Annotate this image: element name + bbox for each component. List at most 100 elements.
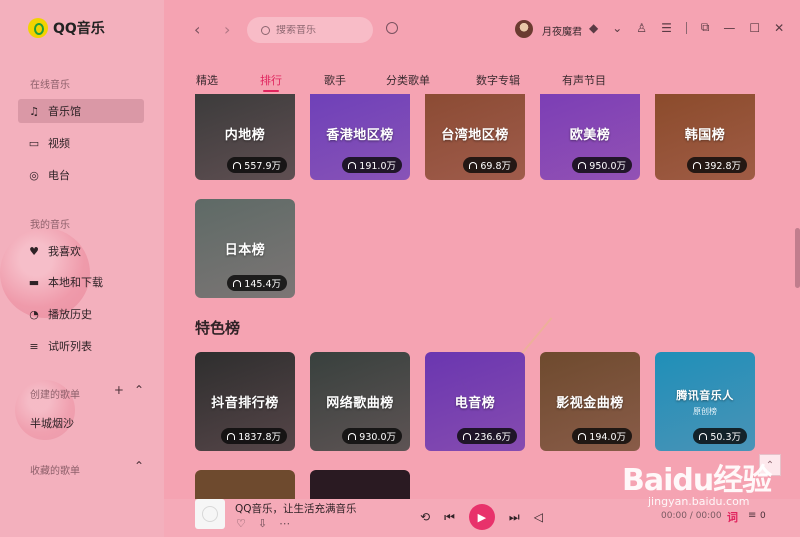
sidebar-item-radio[interactable]: ◎ 电台	[18, 163, 144, 187]
chart-title: 香港地区榜	[326, 127, 394, 143]
chart-card[interactable]: 内地榜 557.9万	[195, 94, 295, 180]
app-title: QQ音乐	[53, 21, 105, 37]
play-count-badge[interactable]: 194.0万	[572, 428, 632, 444]
loop-icon[interactable]: ⟲	[420, 510, 430, 524]
chart-card[interactable]: 腾讯音乐人 原创榜 50.3万	[655, 352, 755, 451]
chart-card[interactable]: 电音榜 236.6万	[425, 352, 525, 451]
lyrics-button[interactable]: 词	[727, 509, 738, 525]
play-count: 194.0万	[589, 432, 626, 443]
chart-card[interactable]: 日本榜 145.4万	[195, 199, 295, 298]
sidebar-item-video[interactable]: ▭ 视频	[18, 131, 144, 155]
playlist-item[interactable]: 半城烟沙	[30, 415, 74, 431]
sidebar-item-local-download[interactable]: ▬ 本地和下载	[18, 270, 144, 294]
close-icon[interactable]: ✕	[774, 21, 784, 35]
search-box[interactable]	[247, 17, 373, 43]
volume-icon[interactable]: ◁	[534, 510, 543, 524]
more-icon[interactable]: ⋯	[279, 517, 290, 530]
voice-search-icon[interactable]	[386, 22, 398, 34]
song-actions: ♡ ⇩ ⋯	[236, 517, 290, 530]
play-count-badge[interactable]: 1837.8万	[221, 428, 287, 444]
add-playlist-icon[interactable]: +	[114, 383, 124, 397]
play-count: 1837.8万	[238, 432, 281, 443]
tab-audio-programs[interactable]: 有声节目	[562, 72, 606, 88]
sidebar-item-label: 播放历史	[48, 308, 92, 321]
forward-arrow-icon[interactable]: ›	[224, 20, 230, 39]
sidebar-item-favorites[interactable]: ♥ 我喜欢	[18, 239, 144, 263]
previous-track-icon[interactable]: ⏮	[444, 510, 455, 525]
download-icon[interactable]: ⇩	[258, 517, 267, 530]
chart-title: 腾讯音乐人	[676, 388, 734, 402]
chart-card-partial[interactable]	[310, 470, 410, 499]
play-count-badge[interactable]: 236.6万	[457, 428, 517, 444]
created-playlists-tools: + ⌃	[114, 383, 144, 397]
skin-shirt-icon[interactable]: ♙	[636, 21, 647, 35]
avatar[interactable]	[515, 20, 533, 38]
username[interactable]: 月夜魔君	[542, 23, 582, 38]
play-count-badge[interactable]: 50.3万	[693, 428, 747, 444]
sidebar-item-label: 音乐馆	[48, 105, 81, 118]
scrollbar[interactable]	[795, 228, 800, 288]
playback-time: 00:00 / 00:00	[661, 511, 722, 521]
chart-card[interactable]: 欧美榜 950.0万	[540, 94, 640, 180]
sidebar-item-music-hall[interactable]: ♫ 音乐馆	[18, 99, 144, 123]
tab-category-playlists[interactable]: 分类歌单	[386, 72, 430, 88]
back-arrow-icon[interactable]: ‹	[194, 20, 200, 39]
sidebar-item-label: 电台	[48, 169, 70, 182]
mini-mode-icon[interactable]: ⧉	[701, 20, 710, 35]
chart-title: 韩国榜	[684, 127, 726, 143]
play-count: 930.0万	[359, 432, 396, 443]
play-count-badge[interactable]: 69.8万	[463, 157, 517, 173]
chart-subtitle: 原创榜	[693, 407, 717, 416]
headphone-icon	[233, 161, 242, 169]
like-heart-icon[interactable]: ♡	[236, 517, 246, 530]
sidebar-item-history[interactable]: ◔ 播放历史	[18, 302, 144, 326]
minimize-icon[interactable]: —	[723, 21, 735, 35]
album-cover[interactable]	[195, 499, 225, 529]
menu-icon[interactable]: ☰	[661, 21, 672, 35]
chart-card[interactable]: 抖音排行榜 1837.8万	[195, 352, 295, 451]
sidebar-item-label: 本地和下载	[48, 276, 103, 289]
play-count-badge[interactable]: 930.0万	[342, 428, 402, 444]
play-button[interactable]: ▶	[468, 504, 495, 530]
chevron-up-icon[interactable]: ⌃	[134, 383, 144, 397]
headphone-icon	[469, 161, 478, 169]
divider	[685, 21, 687, 34]
next-track-icon[interactable]: ⏭	[509, 510, 520, 525]
chart-title: 网络歌曲榜	[326, 396, 394, 411]
play-count-badge[interactable]: 191.0万	[342, 157, 402, 173]
section-title-created-playlists: 创建的歌单	[30, 390, 80, 401]
play-count-badge[interactable]: 950.0万	[572, 157, 632, 173]
play-count-badge[interactable]: 145.4万	[227, 275, 287, 291]
song-title[interactable]: QQ音乐，让生活充满音乐	[235, 501, 357, 516]
chart-card[interactable]: 韩国榜 392.8万	[655, 94, 755, 180]
sidebar-item-label: 我喜欢	[48, 245, 81, 258]
play-count: 145.4万	[244, 279, 281, 290]
play-queue-icon[interactable]: ≡	[748, 510, 756, 521]
vip-diamond-icon[interactable]: ◆	[589, 21, 598, 35]
chart-card[interactable]: 台湾地区榜 69.8万	[425, 94, 525, 180]
maximize-icon[interactable]: ☐	[749, 21, 760, 35]
tab-featured[interactable]: 精选	[196, 72, 218, 88]
sidebar-item-trial-list[interactable]: ≡ 试听列表	[18, 334, 144, 358]
chart-title: 抖音排行榜	[211, 396, 279, 411]
tab-digital-albums[interactable]: 数字专辑	[476, 72, 520, 88]
sidebar-item-label: 视频	[48, 137, 70, 150]
headphone-icon	[699, 432, 708, 440]
chevron-down-icon[interactable]: ⌄	[612, 21, 622, 35]
app-logo[interactable]: QQ音乐	[28, 18, 105, 38]
search-input[interactable]	[276, 24, 366, 36]
section-title-my-music: 我的音乐	[30, 220, 70, 231]
chart-card[interactable]: 网络歌曲榜 930.0万	[310, 352, 410, 451]
chart-card[interactable]: 香港地区榜 191.0万	[310, 94, 410, 180]
chart-card[interactable]: 影视金曲榜 194.0万	[540, 352, 640, 451]
chevron-up-icon[interactable]: ⌃	[134, 459, 144, 473]
section-title-featured-charts: 特色榜	[195, 319, 241, 337]
play-count: 191.0万	[359, 161, 396, 172]
play-count-badge[interactable]: 392.8万	[687, 157, 747, 173]
chart-title: 内地榜	[224, 127, 266, 143]
tab-charts[interactable]: 排行	[260, 72, 282, 92]
play-count: 50.3万	[710, 432, 741, 443]
play-count-badge[interactable]: 557.9万	[227, 157, 287, 173]
chart-card-partial[interactable]	[195, 470, 295, 499]
tab-singers[interactable]: 歌手	[324, 72, 346, 88]
